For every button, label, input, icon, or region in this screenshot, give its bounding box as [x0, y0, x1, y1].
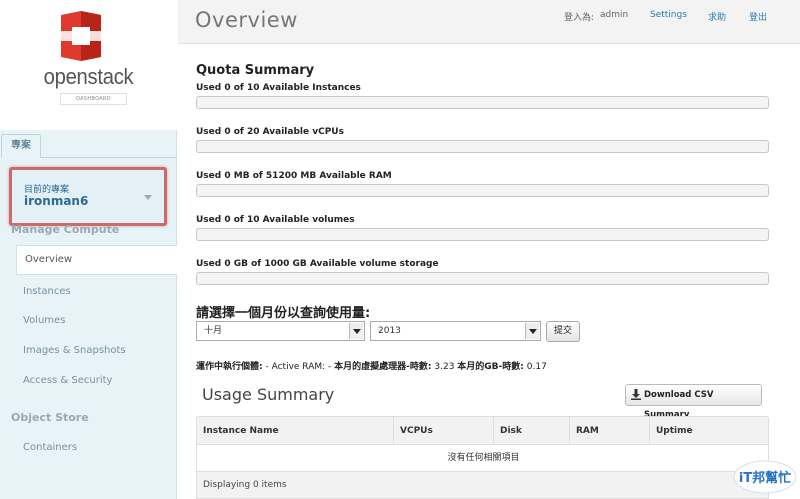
- download-icon: [631, 389, 641, 400]
- column-header-instance-name[interactable]: Instance Name: [197, 417, 393, 445]
- usage-table: Instance Name VCPUs Disk RAM Uptime 沒有任何…: [196, 416, 769, 499]
- help-link[interactable]: 求助: [708, 10, 726, 23]
- sidebar-item-access-security[interactable]: Access & Security: [23, 375, 112, 386]
- quota-label-vcpus: Used 0 of 20 Available vCPUs: [196, 127, 344, 137]
- sidebar: openstack DASHBOARD 專案 目前的專案 ironman6 Ma…: [0, 0, 177, 499]
- month-select[interactable]: 十月: [196, 321, 365, 341]
- logout-link[interactable]: 登出: [749, 10, 767, 23]
- column-header-vcpus[interactable]: VCPUs: [393, 417, 493, 445]
- gb-hours-value: 0.17: [526, 362, 547, 372]
- column-header-uptime[interactable]: Uptime: [649, 417, 768, 445]
- quota-bar-ram: [196, 184, 769, 197]
- ithome-watermark-icon: iT邦幫忙: [733, 460, 797, 494]
- vcpu-hours-value: 3.23: [434, 362, 455, 372]
- sidebar-item-instances[interactable]: Instances: [23, 286, 71, 297]
- year-select[interactable]: 2013: [370, 321, 541, 341]
- top-bar: Overview 登入為: admin Settings 求助 登出: [178, 0, 800, 44]
- brand-name: openstack: [43, 64, 134, 89]
- table-header: Instance Name VCPUs Disk RAM Uptime: [197, 417, 768, 445]
- section-header-compute: Manage Compute: [11, 223, 120, 236]
- sidebar-item-volumes[interactable]: Volumes: [23, 315, 65, 326]
- tab-project[interactable]: 專案: [1, 134, 41, 158]
- quota-bar-instances: [196, 96, 769, 109]
- logo-area: openstack DASHBOARD: [0, 0, 177, 130]
- settings-link[interactable]: Settings: [650, 10, 687, 20]
- vcpu-hours-label: 本月的虛擬處理器-時數:: [334, 362, 432, 372]
- table-footer: Displaying 0 items: [197, 472, 768, 498]
- submit-button[interactable]: 提交: [546, 321, 580, 342]
- page-title: Overview: [195, 8, 298, 32]
- project-switcher[interactable]: 目前的專案 ironman6: [9, 167, 167, 226]
- sidebar-item-containers[interactable]: Containers: [23, 442, 77, 453]
- tab-divider: [40, 157, 177, 158]
- quota-bar-volume-storage: [196, 272, 769, 285]
- active-instances-value: -: [265, 362, 269, 372]
- active-ram-value: -: [328, 362, 332, 372]
- quota-summary-title: Quota Summary: [196, 63, 315, 78]
- project-name: ironman6: [24, 194, 89, 208]
- column-header-disk[interactable]: Disk: [493, 417, 569, 445]
- column-header-ram[interactable]: RAM: [569, 417, 649, 445]
- active-instances-label: 運作中執行個體:: [196, 362, 263, 372]
- chevron-down-icon[interactable]: [525, 323, 539, 339]
- openstack-logo-icon[interactable]: [58, 11, 104, 61]
- download-csv-button[interactable]: Download CSV Summary: [625, 384, 762, 420]
- sidebar-item-overview[interactable]: Overview: [16, 245, 177, 275]
- quota-label-ram: Used 0 MB of 51200 MB Available RAM: [196, 171, 392, 181]
- username: admin: [600, 10, 629, 20]
- quota-label-volumes: Used 0 of 10 Available volumes: [196, 215, 355, 225]
- sidebar-item-images-snapshots[interactable]: Images & Snapshots: [23, 345, 126, 356]
- login-label: 登入為:: [564, 13, 595, 23]
- year-select-value: 2013: [378, 326, 401, 336]
- quota-bar-vcpus: [196, 140, 769, 153]
- usage-summary-title: Usage Summary: [202, 385, 335, 404]
- active-ram-label: Active RAM:: [271, 362, 326, 372]
- usage-query-title: 請選擇一個月份以查詢使用量:: [196, 306, 371, 321]
- chevron-down-icon: [144, 195, 152, 200]
- chevron-down-icon[interactable]: [349, 323, 363, 339]
- quota-bar-volumes: [196, 228, 769, 241]
- quota-label-volume-storage: Used 0 GB of 1000 GB Available volume st…: [196, 259, 439, 269]
- gb-hours-label: 本月的GB-時數:: [457, 362, 524, 372]
- section-header-object-store: Object Store: [11, 411, 89, 424]
- table-empty-message: 沒有任何相關項目: [197, 445, 768, 472]
- brand-sub: DASHBOARD: [60, 93, 127, 105]
- watermark-text: iT邦幫忙: [739, 470, 791, 486]
- quota-label-instances: Used 0 of 10 Available Instances: [196, 83, 361, 93]
- usage-stats: 運作中執行個體: - Active RAM: - 本月的虛擬處理器-時數: 3.…: [196, 359, 547, 372]
- month-select-value: 十月: [204, 326, 223, 336]
